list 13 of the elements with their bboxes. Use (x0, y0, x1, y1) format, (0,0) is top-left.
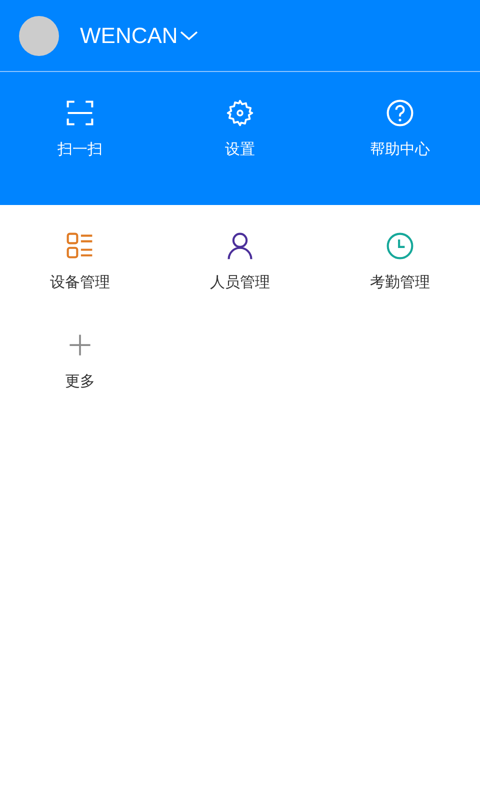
menu-item[interactable]: 设置 (225, 98, 255, 159)
help-icon (385, 98, 415, 128)
menu-item[interactable]: 帮助中心 (370, 98, 430, 159)
menu-item[interactable]: 扫一扫 (58, 98, 102, 159)
menu-item[interactable]: 人员管理 (210, 231, 270, 292)
account-switcher[interactable]: WENCAN (80, 22, 198, 48)
menu-item[interactable]: 更多 (65, 330, 95, 391)
settings-icon (225, 98, 255, 128)
chevron-down-icon (180, 30, 198, 40)
menu-item[interactable]: 设备管理 (50, 231, 110, 292)
avatar[interactable] (19, 16, 59, 56)
scan-icon (65, 98, 95, 128)
menu-item[interactable]: 考勤管理 (370, 231, 430, 292)
